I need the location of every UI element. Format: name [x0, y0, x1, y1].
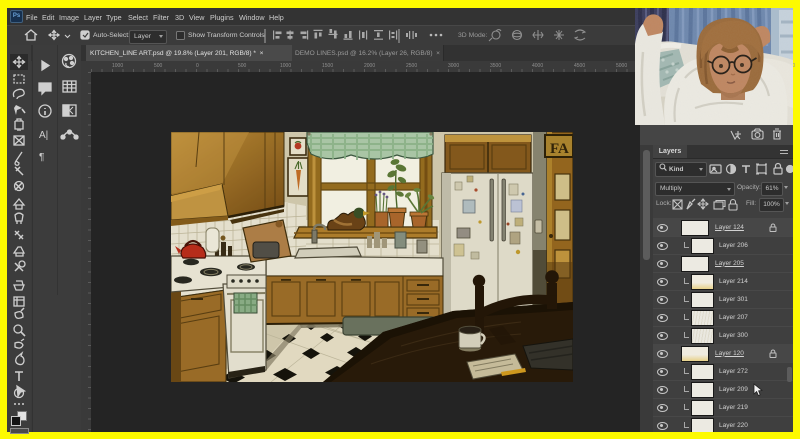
svg-text:A|: A|	[39, 130, 48, 141]
svg-text:¶: ¶	[39, 152, 44, 163]
